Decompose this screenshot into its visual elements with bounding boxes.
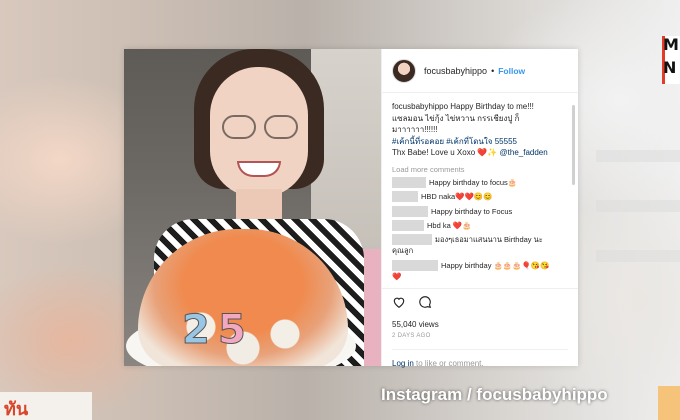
comment-row-continuation: คุณลูก <box>392 245 568 256</box>
comment-text: ❤️ <box>392 271 402 281</box>
comment-row: HBD naka❤️❤️😊😊 <box>392 191 568 203</box>
login-prompt: Log in to like or comment. <box>392 349 568 368</box>
brand-logo-bottom-left: ทัน <box>0 392 92 420</box>
login-prompt-text: to like or comment. <box>413 359 484 368</box>
brand-logo-text: ทัน <box>4 399 29 420</box>
corner-graphic <box>658 386 680 420</box>
post-header: focusbabyhippo • Follow <box>382 49 578 93</box>
comment-text: Happy birthday 🎂🎂🎂🎈😘😘 <box>441 260 550 270</box>
comment-username-redacted[interactable] <box>392 220 424 232</box>
comment-row-continuation: ❤️ <box>392 271 568 282</box>
heart-icon[interactable] <box>392 295 406 314</box>
comment-row: Hbd ka ❤️🎂 <box>392 220 568 232</box>
background-stripe <box>596 250 680 262</box>
views-count: 55,040 views <box>392 320 439 329</box>
caption: focusbabyhippo Happy Birthday to me!!! แ… <box>392 101 568 159</box>
post-sidebar: focusbabyhippo • Follow focusbabyhippo H… <box>381 49 578 368</box>
comments-panel[interactable]: focusbabyhippo Happy Birthday to me!!! แ… <box>382 93 578 288</box>
caption-line-3: มาาาาาา!!!!!! <box>392 125 438 134</box>
comment-text: Happy birthday to Focus <box>431 206 513 216</box>
instagram-post: 2 5 focusbabyhippo • Follow focusbabyhip… <box>124 49 578 368</box>
caption-hashtags[interactable]: #เค้กนี้ที่รอคอย #เค้กที่โดนใจ 55555 <box>392 137 517 146</box>
photo-glasses-left <box>222 115 256 139</box>
follow-button[interactable]: Follow <box>498 66 525 76</box>
login-link[interactable]: Log in <box>392 359 414 368</box>
channel-logo-letter-top: M <box>663 35 679 54</box>
comment-username-redacted[interactable] <box>392 259 438 271</box>
photo-glasses-right <box>264 115 298 139</box>
comment-username-redacted[interactable] <box>392 205 428 217</box>
caption-line-2: แซลมอน ไข่กุ้ง ไข่หวาน กรรเชียงปู ก็ <box>392 113 520 123</box>
channel-logo-letter-bottom: N <box>663 58 677 77</box>
post-footer: 55,040 views 2 DAYS AGO Log in to like o… <box>382 288 578 368</box>
comment-bubble-icon[interactable] <box>418 295 432 314</box>
comment-username-redacted[interactable] <box>392 176 426 188</box>
separator-dot: • <box>491 65 495 76</box>
comment-text: มองๆเธอมาแสนนาน Birthday นะ <box>435 235 543 245</box>
comment-row: Happy birthday to Focus <box>392 205 568 217</box>
caption-mention[interactable]: @the_fadden <box>500 148 548 157</box>
comment-row: Happy birthday 🎂🎂🎂🎈😘😘 <box>392 259 568 271</box>
header-username[interactable]: focusbabyhippo <box>424 66 487 76</box>
comment-username-redacted[interactable] <box>392 191 418 203</box>
cake-number-2: 2 <box>182 307 211 354</box>
load-more-comments-link[interactable]: Load more comments <box>392 165 568 174</box>
avatar[interactable] <box>392 58 416 83</box>
comment-text: HBD naka❤️❤️😊😊 <box>421 192 493 202</box>
comment-row: มองๆเธอมาแสนนาน Birthday นะ <box>392 234 568 246</box>
comments-scrollbar[interactable] <box>572 105 575 185</box>
caption-line-1: Happy Birthday to me!!! <box>450 102 534 111</box>
comment-text: คุณลูก <box>392 246 414 256</box>
channel-logo: M N <box>662 35 680 84</box>
caption-username[interactable]: focusbabyhippo <box>392 102 448 111</box>
comment-row: Happy birthday to focus🎂 <box>392 176 568 188</box>
timestamp: 2 DAYS AGO <box>392 333 431 339</box>
post-photo[interactable]: 2 5 <box>124 49 381 366</box>
cake-number-5: 5 <box>218 307 247 354</box>
action-icons <box>392 295 568 314</box>
background-stripe <box>596 200 680 212</box>
comment-username-redacted[interactable] <box>392 234 432 246</box>
comment-text: Happy birthday to focus🎂 <box>429 177 518 187</box>
source-credit: Instagram / focusbabyhippo <box>381 385 608 404</box>
comment-text: Hbd ka ❤️🎂 <box>427 221 472 231</box>
caption-line-5: Thx Babe! Love u Xoxo ❤️✨ <box>392 148 498 157</box>
background-stripe <box>596 150 680 162</box>
